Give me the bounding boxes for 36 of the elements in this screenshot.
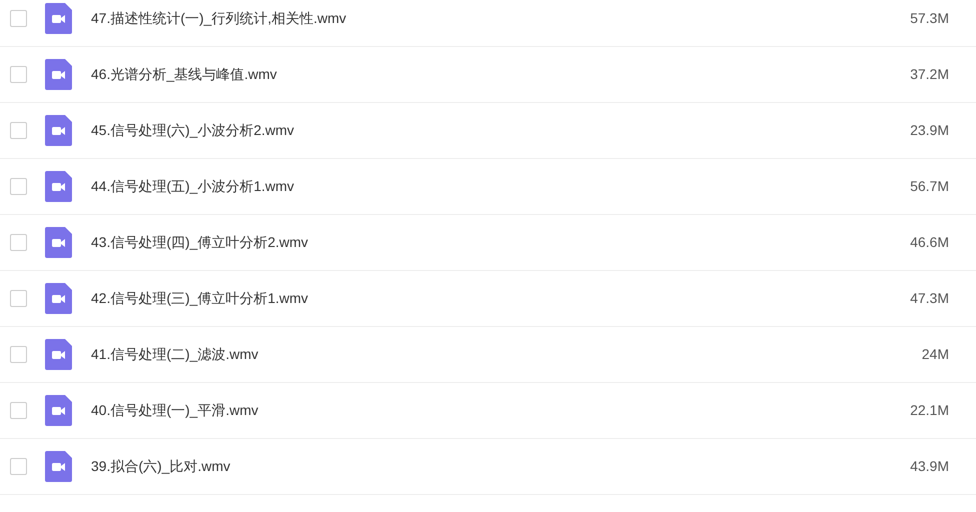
video-file-icon bbox=[45, 339, 72, 370]
checkbox[interactable] bbox=[10, 10, 27, 27]
video-file-icon bbox=[45, 283, 72, 314]
checkbox[interactable] bbox=[10, 66, 27, 83]
file-size: 24M bbox=[922, 345, 949, 364]
file-size: 43.9M bbox=[910, 457, 949, 476]
video-file-icon bbox=[45, 3, 72, 34]
file-name[interactable]: 46.光谱分析_基线与峰值.wmv bbox=[91, 64, 277, 85]
checkbox[interactable] bbox=[10, 234, 27, 251]
video-file-icon bbox=[45, 59, 72, 90]
video-file-icon bbox=[45, 171, 72, 202]
file-size: 46.6M bbox=[910, 233, 949, 252]
file-name[interactable]: 47.描述性统计(一)_行列统计,相关性.wmv bbox=[91, 8, 346, 29]
file-size: 56.7M bbox=[910, 177, 949, 196]
file-size: 37.2M bbox=[910, 65, 949, 84]
file-size: 57.3M bbox=[910, 9, 949, 28]
file-name[interactable]: 39.拟合(六)_比对.wmv bbox=[91, 456, 230, 477]
file-name[interactable]: 43.信号处理(四)_傅立叶分析2.wmv bbox=[91, 232, 308, 253]
video-file-icon bbox=[45, 395, 72, 426]
checkbox[interactable] bbox=[10, 402, 27, 419]
checkbox[interactable] bbox=[10, 458, 27, 475]
file-name[interactable]: 40.信号处理(一)_平滑.wmv bbox=[91, 400, 258, 421]
checkbox[interactable] bbox=[10, 346, 27, 363]
file-name[interactable]: 42.信号处理(三)_傅立叶分析1.wmv bbox=[91, 288, 308, 309]
checkbox[interactable] bbox=[10, 290, 27, 307]
video-file-icon bbox=[45, 451, 72, 482]
file-name[interactable]: 41.信号处理(二)_滤波.wmv bbox=[91, 344, 258, 365]
file-name[interactable]: 45.信号处理(六)_小波分析2.wmv bbox=[91, 120, 294, 141]
video-file-icon bbox=[45, 227, 72, 258]
file-size: 22.1M bbox=[910, 401, 949, 420]
file-name[interactable]: 44.信号处理(五)_小波分析1.wmv bbox=[91, 176, 294, 197]
video-file-icon bbox=[45, 115, 72, 146]
file-size: 47.3M bbox=[910, 289, 949, 308]
checkbox[interactable] bbox=[10, 178, 27, 195]
checkbox[interactable] bbox=[10, 122, 27, 139]
file-size: 23.9M bbox=[910, 121, 949, 140]
